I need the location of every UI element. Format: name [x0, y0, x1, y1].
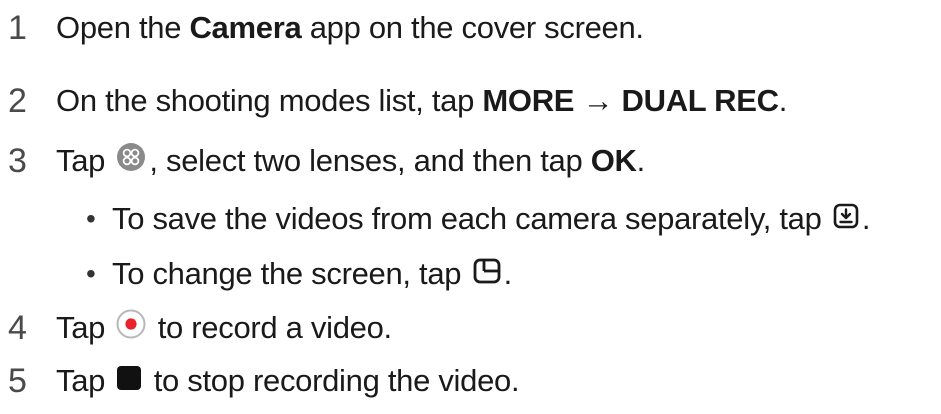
bullet-mark: • [86, 258, 96, 289]
step-text: . [778, 83, 788, 118]
step-text: Tap [56, 143, 114, 178]
step-bold-text: DUAL REC [621, 83, 780, 118]
bullet-text: To change the screen, tap [112, 256, 470, 291]
step-text: Tap [56, 310, 114, 345]
step-bold-text: MORE [482, 83, 575, 118]
save-separately-icon [833, 201, 859, 237]
step-number: 3 [8, 141, 27, 180]
step-text: On the shooting modes list, tap [56, 83, 483, 118]
bullet-text: . [503, 256, 513, 291]
lens-select-icon [116, 142, 146, 180]
instruction-document: 1 Open the Camera app on the cover scree… [0, 0, 941, 414]
step-number: 1 [8, 8, 27, 47]
step-text: to stop recording the video. [145, 363, 520, 398]
step-text: Open the [56, 10, 190, 45]
step-text: Tap [56, 363, 114, 398]
arrow-text: → [574, 83, 622, 118]
step-number: 5 [8, 361, 27, 400]
step-text: . [636, 143, 646, 178]
bullet-text: To save the videos from each camera sepa… [112, 201, 830, 236]
step-bold-text: OK [590, 143, 637, 178]
record-icon [116, 309, 146, 347]
bullet-mark: • [86, 203, 96, 234]
stop-icon [116, 363, 142, 399]
step-text: app on the cover screen. [301, 10, 644, 45]
step-text: , select two lenses, and then tap [149, 143, 591, 178]
step-number: 2 [8, 81, 27, 120]
step-bold-text: Camera [189, 10, 302, 45]
bullet-text: . [861, 201, 871, 236]
change-screen-icon [473, 256, 501, 292]
step-text: to record a video. [149, 310, 392, 345]
step-number: 4 [8, 308, 27, 347]
